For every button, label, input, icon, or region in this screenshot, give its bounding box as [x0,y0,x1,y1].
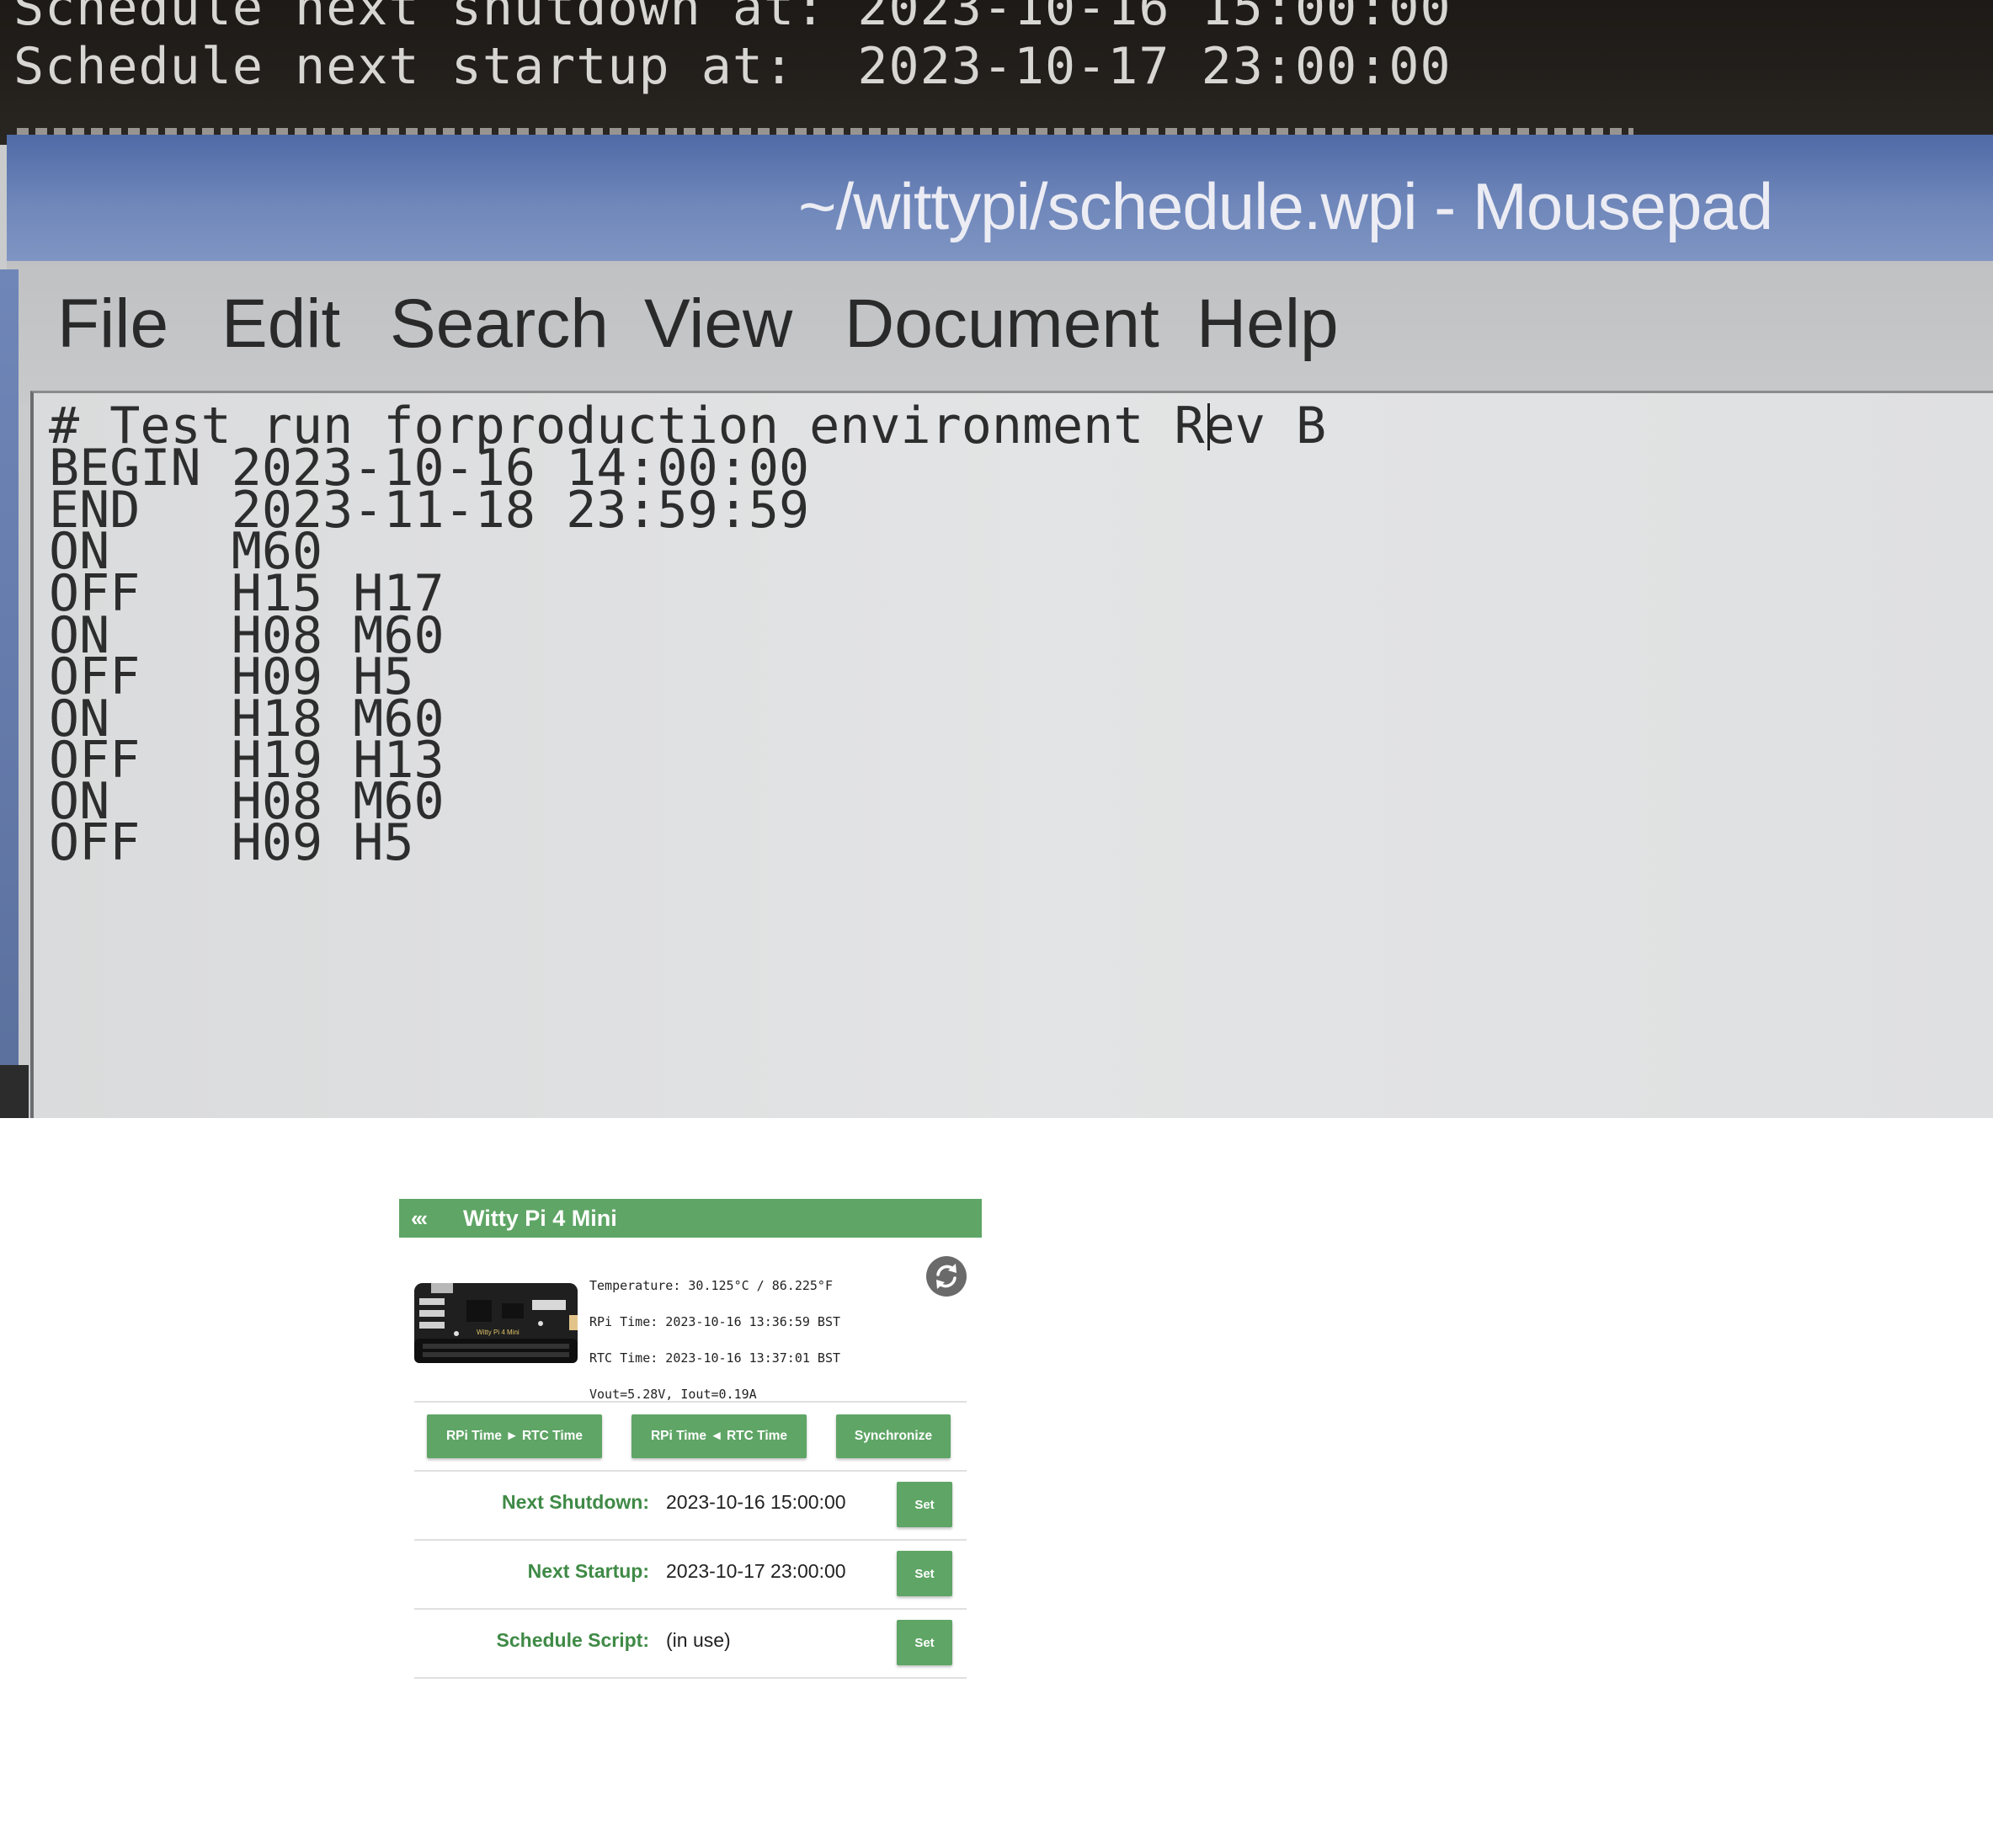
window-title: ~/wittypi/schedule.wpi - Mousepad [798,169,1773,243]
menu-file[interactable]: File [57,285,168,364]
terminal-line-startup: Schedule next startup at: 2023-10-17 23:… [13,37,1452,96]
rtc-to-rpi-button[interactable]: RPi Time ◄ RTC Time [631,1414,807,1458]
refresh-icon[interactable] [926,1256,967,1297]
menu-bar: File Edit Search View Document Help [7,261,1993,404]
menu-edit[interactable]: Edit [221,285,340,364]
refresh-glyph [936,1264,957,1289]
divider [414,1539,967,1541]
rpi-to-rtc-button[interactable]: RPi Time ► RTC Time [427,1414,602,1458]
menu-help[interactable]: Help [1196,285,1339,364]
next-startup-label: Next Startup: [527,1560,649,1582]
schedule-script-value: (in use) [666,1629,731,1651]
power-readout: Vout=5.28V, Iout=0.19A [589,1387,757,1402]
text-cursor [1207,403,1210,450]
menu-view[interactable]: View [644,285,792,364]
menu-search[interactable]: Search [390,285,609,364]
panel-title: Witty Pi 4 Mini [463,1206,617,1231]
monitor-photo: Schedule next shutdown at: 2023-10-16 15… [0,0,1993,1118]
window-left-edge [0,269,19,1118]
next-startup-value: 2023-10-17 23:00:00 [666,1560,846,1582]
divider [414,1401,967,1403]
wittypi-panel: ‹‹‹ Witty Pi 4 Mini Witty Pi 4 Mini Temp… [399,1199,982,1679]
menu-document[interactable]: Document [845,285,1159,364]
divider [414,1677,967,1679]
rpi-time-readout: RPi Time: 2023-10-16 13:36:59 BST [589,1314,841,1329]
schedule-script-label: Schedule Script: [496,1629,649,1651]
set-schedule-button[interactable]: Set [897,1620,952,1665]
terminal-line-shutdown: Schedule next shutdown at: 2023-10-16 15… [13,0,1452,37]
screenshot-root: Schedule next shutdown at: 2023-10-16 15… [0,0,1993,1848]
text-editor-area[interactable]: # Test run forproduction environment Rev… [30,391,1993,1118]
board-label: Witty Pi 4 Mini [477,1329,520,1336]
synchronize-button[interactable]: Synchronize [836,1414,951,1458]
temperature-readout: Temperature: 30.125°C / 86.225°F [589,1278,833,1293]
rtc-time-readout: RTC Time: 2023-10-16 13:37:01 BST [589,1350,841,1366]
panel-header: ‹‹‹ Witty Pi 4 Mini [399,1199,982,1238]
board-image: Witty Pi 4 Mini [414,1283,578,1363]
set-startup-button[interactable]: Set [897,1551,952,1596]
mousepad-window: ~/wittypi/schedule.wpi - Mousepad File E… [7,135,1993,1118]
code-line: OFF H09 H5 [49,813,414,872]
divider [414,1608,967,1610]
mousepad-titlebar[interactable]: ~/wittypi/schedule.wpi - Mousepad [7,135,1993,261]
set-shutdown-button[interactable]: Set [897,1482,952,1527]
window-corner-shadow [0,1065,29,1118]
next-shutdown-value: 2023-10-16 15:00:00 [666,1491,846,1513]
next-shutdown-label: Next Shutdown: [501,1491,649,1513]
divider [414,1470,967,1472]
board-illustration [414,1283,578,1363]
back-chevrons-icon[interactable]: ‹‹‹ [411,1206,428,1232]
terminal-window: Schedule next shutdown at: 2023-10-16 15… [0,0,1993,145]
